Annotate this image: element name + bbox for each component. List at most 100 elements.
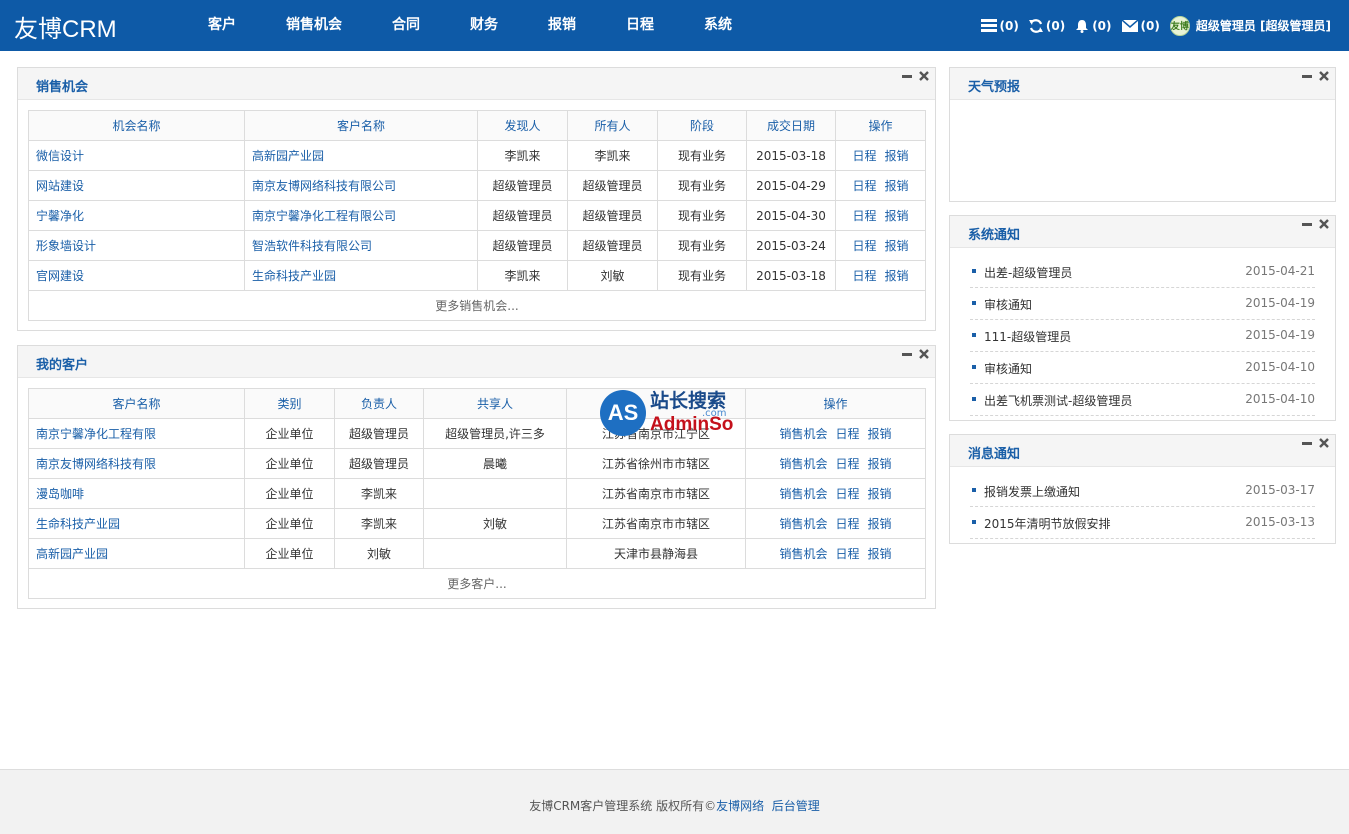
schedule-link[interactable]: 日程 [852, 149, 876, 163]
close-icon[interactable] [1315, 436, 1332, 450]
column-header[interactable]: 客户名称 [244, 110, 478, 141]
notice-title[interactable]: 报销发票上缴通知 [984, 483, 1080, 500]
customer-link[interactable]: 生命科技产业园 [36, 517, 120, 531]
opportunity-link[interactable]: 网站建设 [36, 179, 84, 193]
footer-company-link[interactable]: 友博网络 [716, 799, 764, 813]
nav-reimbursement[interactable]: 报销 [530, 0, 594, 51]
reimburse-link[interactable]: 报销 [885, 239, 909, 253]
list-item[interactable]: 报销发票上缴通知 2015-03-17 [970, 475, 1315, 507]
column-header[interactable]: 客户名称 [28, 388, 245, 419]
schedule-link[interactable]: 日程 [852, 209, 876, 223]
footer-admin-link[interactable]: 后台管理 [772, 799, 820, 813]
customer-link[interactable]: 南京友博网络科技有限 [36, 457, 156, 471]
notice-title[interactable]: 出差-超级管理员 [984, 264, 1072, 281]
close-icon[interactable] [915, 347, 932, 361]
column-header[interactable]: 成交日期 [746, 110, 836, 141]
user-menu[interactable]: 友博 超级管理员 [超级管理员] [1169, 15, 1331, 36]
column-header: 操作 [835, 110, 926, 141]
customer-link[interactable]: 南京宁馨净化工程有限公司 [252, 209, 396, 223]
footer-copyright: 友博CRM客户管理系统 版权所有© [529, 799, 717, 813]
reimburse-link[interactable]: 报销 [868, 517, 892, 531]
column-header[interactable]: 阶段 [657, 110, 747, 141]
more-customers-link[interactable]: 更多客户... [447, 577, 506, 591]
schedule-link[interactable]: 日程 [852, 239, 876, 253]
opportunity-link[interactable]: 形象墙设计 [36, 239, 96, 253]
customer-link[interactable]: 生命科技产业园 [252, 269, 336, 283]
schedule-link[interactable]: 日程 [835, 517, 859, 531]
reimburse-link[interactable]: 报销 [885, 269, 909, 283]
notice-title[interactable]: 审核通知 [984, 360, 1032, 377]
sales-opportunity-link[interactable]: 销售机会 [779, 487, 827, 501]
list-item[interactable]: 出差-超级管理员 2015-04-21 [970, 256, 1315, 288]
reimburse-link[interactable]: 报销 [868, 457, 892, 471]
nav-schedule[interactable]: 日程 [608, 0, 672, 51]
sales-opportunity-link[interactable]: 销售机会 [779, 547, 827, 561]
column-header[interactable]: 负责人 [334, 388, 424, 419]
reimburse-link[interactable]: 报销 [885, 149, 909, 163]
tasks-indicator[interactable]: (0) [980, 19, 1019, 33]
close-icon[interactable] [1315, 69, 1332, 83]
bullet-icon [972, 520, 976, 524]
minimize-icon[interactable] [898, 69, 915, 83]
reimburse-link[interactable]: 报销 [885, 209, 909, 223]
schedule-link[interactable]: 日程 [835, 547, 859, 561]
list-item[interactable]: 审核通知 2015-04-19 [970, 288, 1315, 320]
list-item[interactable]: 出差飞机票测试-超级管理员 2015-04-10 [970, 384, 1315, 416]
minimize-icon[interactable] [1298, 436, 1315, 450]
reimburse-link[interactable]: 报销 [868, 487, 892, 501]
nav-sales-opportunities[interactable]: 销售机会 [268, 0, 360, 51]
notice-title[interactable]: 111-超级管理员 [984, 328, 1071, 345]
customer-link[interactable]: 高新园产业园 [36, 547, 108, 561]
minimize-icon[interactable] [1298, 217, 1315, 231]
nav-finance[interactable]: 财务 [452, 0, 516, 51]
column-header[interactable]: 所有人 [567, 110, 658, 141]
sales-opportunity-link[interactable]: 销售机会 [779, 427, 827, 441]
nav-system[interactable]: 系统 [686, 0, 750, 51]
reimburse-link[interactable]: 报销 [885, 179, 909, 193]
close-icon[interactable] [1315, 217, 1332, 231]
column-header[interactable]: 发现人 [477, 110, 568, 141]
schedule-link[interactable]: 日程 [835, 457, 859, 471]
opportunity-link[interactable]: 微信设计 [36, 149, 84, 163]
list-item[interactable]: 111-超级管理员 2015-04-19 [970, 320, 1315, 352]
table-row: 网站建设 南京友博网络科技有限公司 超级管理员 超级管理员 现有业务 2015-… [28, 170, 926, 201]
minimize-icon[interactable] [1298, 69, 1315, 83]
date-cell: 2015-03-18 [746, 260, 836, 291]
sales-opportunity-link[interactable]: 销售机会 [779, 517, 827, 531]
schedule-link[interactable]: 日程 [835, 427, 859, 441]
notice-title[interactable]: 2015年清明节放假安排 [984, 515, 1111, 532]
customer-link[interactable]: 南京友博网络科技有限公司 [252, 179, 396, 193]
schedule-link[interactable]: 日程 [835, 487, 859, 501]
app-logo[interactable]: 友博CRM [14, 9, 117, 44]
shared-cell: 刘敏 [423, 508, 567, 539]
opportunity-link[interactable]: 宁馨净化 [36, 209, 84, 223]
notice-title[interactable]: 审核通知 [984, 296, 1032, 313]
customer-link[interactable]: 漫岛咖啡 [36, 487, 84, 501]
column-header[interactable]: 共享人 [423, 388, 567, 419]
column-header[interactable]: 机会名称 [28, 110, 245, 141]
manager-cell: 超级管理员 [334, 448, 424, 479]
reimburse-link[interactable]: 报销 [868, 547, 892, 561]
nav-customers[interactable]: 客户 [190, 0, 254, 51]
sales-opportunity-link[interactable]: 销售机会 [779, 457, 827, 471]
customer-link[interactable]: 南京宁馨净化工程有限 [36, 427, 156, 441]
schedule-link[interactable]: 日程 [852, 269, 876, 283]
customer-link[interactable]: 高新园产业园 [252, 149, 324, 163]
mail-indicator[interactable]: (0) [1121, 19, 1160, 33]
close-icon[interactable] [915, 69, 932, 83]
opportunity-link[interactable]: 官网建设 [36, 269, 84, 283]
nav-contracts[interactable]: 合同 [374, 0, 438, 51]
more-opportunities-link[interactable]: 更多销售机会... [435, 299, 518, 313]
stage-cell: 现有业务 [657, 140, 747, 171]
list-item[interactable]: 审核通知 2015-04-10 [970, 352, 1315, 384]
column-header[interactable]: 类别 [244, 388, 335, 419]
list-item[interactable]: 2015年清明节放假安排 2015-03-13 [970, 507, 1315, 539]
notice-title[interactable]: 出差飞机票测试-超级管理员 [984, 392, 1132, 409]
minimize-icon[interactable] [898, 347, 915, 361]
schedule-link[interactable]: 日程 [852, 179, 876, 193]
customer-link[interactable]: 智浩软件科技有限公司 [252, 239, 372, 253]
reimburse-link[interactable]: 报销 [868, 427, 892, 441]
alerts-indicator[interactable]: (0) [1075, 19, 1112, 33]
table-row: 南京友博网络科技有限 企业单位 超级管理员 晨曦 江苏省徐州市市辖区 销售机会日… [28, 448, 926, 479]
sync-indicator[interactable]: (0) [1028, 19, 1065, 33]
